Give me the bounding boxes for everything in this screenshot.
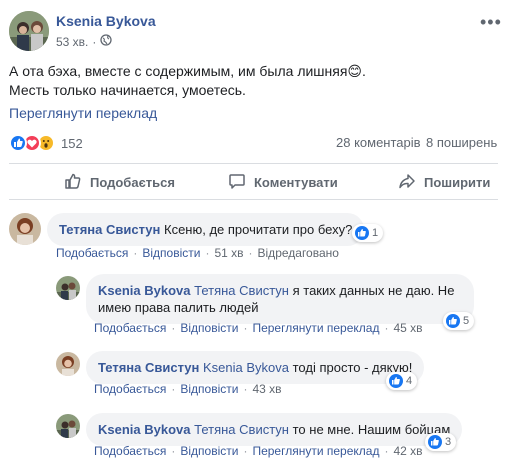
like-badge-icon	[355, 226, 369, 240]
comment-button[interactable]: Коментувати	[228, 172, 338, 193]
globe-icon	[100, 34, 113, 49]
reply-likes-count: 4	[406, 375, 413, 387]
comments-count-link[interactable]: 28 коментарів	[336, 135, 421, 150]
reply-bubble: Тетяна Свистун Ksenia Bykova тоді просто…	[86, 351, 425, 384]
reply-author[interactable]: Тетяна Свистун	[98, 360, 199, 375]
separator: ·	[171, 444, 176, 458]
separator: ·	[171, 321, 176, 335]
like-badge-icon	[428, 435, 442, 449]
reply-like-link[interactable]: Подобається	[94, 444, 166, 458]
reply-see-translation-link[interactable]: Переглянути переклад	[252, 321, 379, 335]
like-badge-icon	[446, 314, 460, 328]
comment-likes-badge[interactable]: 1	[352, 224, 384, 242]
reply-text-line1: я таких данных не даю. Не	[292, 283, 455, 298]
like-button-label: Подобається	[90, 175, 175, 190]
commenter-avatar[interactable]	[9, 213, 41, 245]
comment-icon	[228, 172, 246, 193]
reply-see-translation-link[interactable]: Переглянути переклад	[252, 444, 379, 458]
reply-text-line2: имею права палить людей	[98, 300, 259, 315]
reply-author[interactable]: Ksenia Bykova	[98, 422, 191, 437]
share-arrow-icon	[398, 172, 416, 193]
post-meta: 53 хв. ·	[56, 34, 113, 49]
separator: ·	[384, 444, 389, 458]
separator: ·	[243, 444, 248, 458]
share-button-label: Поширити	[424, 175, 491, 190]
post-text-line1: А ота бэха, вместе с содержимым, им была…	[9, 63, 366, 79]
reply-reply-link[interactable]: Відповісти	[180, 444, 238, 458]
comment-text: Ксеню, де прочитати про беху?	[164, 222, 353, 237]
reply-likes-badge[interactable]: 5	[443, 312, 475, 330]
reply-bubble: Ksenia Bykova Тетяна Свистун то не мне. …	[86, 413, 463, 446]
separator: ·	[248, 246, 253, 260]
reply-actions: Подобається · Відповісти · 43 хв	[94, 382, 282, 396]
comment-like-link[interactable]: Подобається	[56, 246, 128, 260]
comment-reply-link[interactable]: Відповісти	[142, 246, 200, 260]
reply-mention[interactable]: Ksenia Bykova	[203, 360, 289, 375]
divider-top	[9, 163, 498, 164]
comment-actions: Подобається · Відповісти · 51 хв · Відре…	[56, 246, 339, 260]
reply-author[interactable]: Ksenia Bykova	[98, 283, 191, 298]
like-badge-icon	[389, 374, 403, 388]
divider-bottom	[9, 199, 498, 200]
reply-likes-count: 5	[463, 315, 470, 327]
comment-bubble: Тетяна Свистун Ксеню, де прочитати про б…	[47, 213, 365, 246]
author-avatar[interactable]	[9, 11, 49, 51]
reply-actions: Подобається · Відповісти · Переглянути п…	[94, 321, 423, 335]
reply-time[interactable]: 42 хв	[393, 444, 422, 458]
reply-avatar[interactable]	[56, 352, 80, 376]
separator: ·	[171, 382, 176, 396]
comment-likes-count: 1	[372, 227, 379, 239]
post-text: А ота бэха, вместе с содержимым, им была…	[9, 62, 489, 100]
reply-avatar[interactable]	[56, 276, 80, 300]
reply-like-link[interactable]: Подобається	[94, 321, 166, 335]
more-options-icon[interactable]: •••	[480, 12, 502, 33]
post-author-name[interactable]: Ksenia Bykova	[56, 13, 156, 29]
reply-mention[interactable]: Тетяна Свистун	[194, 422, 289, 437]
reply-reply-link[interactable]: Відповісти	[180, 382, 238, 396]
reply-likes-count: 3	[445, 436, 452, 448]
post-text-line2: Месть только начинается, умоетесь.	[9, 82, 246, 98]
reply-bubble: Ksenia Bykova Тетяна Свистун я таких дан…	[86, 274, 474, 324]
reply-time[interactable]: 45 хв	[393, 321, 422, 335]
reactions-count: 152	[61, 135, 83, 151]
reply-actions: Подобається · Відповісти · Переглянути п…	[94, 444, 423, 458]
separator: ·	[205, 246, 210, 260]
comment-time[interactable]: 51 хв	[214, 246, 243, 260]
reply-reply-link[interactable]: Відповісти	[180, 321, 238, 335]
reply-mention[interactable]: Тетяна Свистун	[194, 283, 289, 298]
comment-edited-label[interactable]: Відредаговано	[258, 246, 339, 260]
separator: ·	[243, 382, 248, 396]
separator: ·	[133, 246, 138, 260]
separator: ·	[384, 321, 389, 335]
reply-avatar[interactable]	[56, 414, 80, 438]
see-translation-link[interactable]: Переглянути переклад	[9, 105, 157, 121]
meta-separator: ·	[92, 34, 97, 49]
thumbs-up-icon	[64, 172, 82, 193]
post-time[interactable]: 53 хв.	[56, 35, 88, 49]
like-button[interactable]: Подобається	[64, 172, 175, 193]
like-reaction-icon	[9, 134, 27, 152]
separator: ·	[243, 321, 248, 335]
reply-likes-badge[interactable]: 4	[386, 372, 418, 390]
reply-like-link[interactable]: Подобається	[94, 382, 166, 396]
reply-time[interactable]: 43 хв	[252, 382, 281, 396]
reactions-summary[interactable]: 152	[9, 134, 83, 152]
reply-likes-badge[interactable]: 3	[425, 433, 457, 451]
shares-count-link[interactable]: 8 поширень	[426, 135, 497, 150]
share-button[interactable]: Поширити	[398, 172, 490, 193]
comment-author[interactable]: Тетяна Свистун	[59, 222, 160, 237]
comment-button-label: Коментувати	[254, 175, 338, 190]
